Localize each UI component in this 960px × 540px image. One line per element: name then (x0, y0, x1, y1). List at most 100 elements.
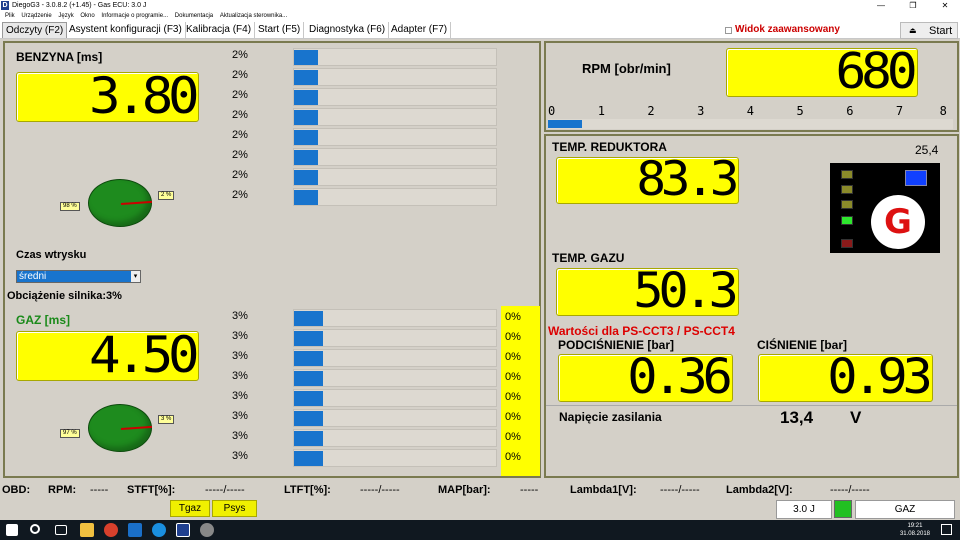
obd-lambda1-value: -----/----- (660, 484, 700, 496)
benzyna-bar-pct: 2% (232, 129, 248, 141)
taskbar: 19:21 31.08.2018 (0, 520, 960, 540)
menu-okno[interactable]: Okno (80, 11, 94, 21)
benzyna-bar-fill (294, 110, 319, 125)
rpm-bar (548, 119, 953, 129)
obd-map-value: ----- (520, 484, 539, 496)
menu-dokumentacja[interactable]: Dokumentacja (175, 11, 213, 21)
gaz-bar-fill (294, 431, 323, 446)
benzyna-bar-fill (294, 150, 319, 165)
search-icon[interactable] (30, 524, 40, 534)
benzyna-bar-fill (294, 50, 319, 65)
led-2 (841, 185, 853, 194)
rpm-display: 680 (726, 48, 918, 97)
benzyna-bar-pct: 2% (232, 149, 248, 161)
outlook-icon[interactable] (128, 523, 142, 537)
rpm-scale-tick: 6 (846, 104, 854, 118)
menu-jezyk[interactable]: Język (58, 11, 73, 21)
cisnienie-label: CIŚNIENIE [bar] (757, 338, 848, 352)
benzyna-bar-track (293, 188, 497, 206)
obd-map-label: MAP[bar]: (438, 484, 491, 496)
divider (546, 405, 957, 406)
bottom-strip: Tgaz Psys 3.0 J GAZ (0, 499, 960, 520)
tab-asystent[interactable]: Asystent konfiguracji (F3) (66, 22, 186, 38)
gaz-bar-pct: 3% (232, 450, 248, 462)
benzyna-bar-fill (294, 70, 319, 85)
file-explorer-icon[interactable] (80, 523, 94, 537)
engine-load-label: Obciążenie silnika:3% (7, 290, 122, 302)
gas-mode-icon[interactable]: G (871, 195, 925, 249)
gaz-bar-fill (294, 411, 323, 426)
led-5 (841, 239, 853, 248)
voltage-label: Napięcie zasilania (559, 410, 662, 424)
tgaz-button[interactable]: Tgaz (170, 500, 210, 517)
injection-time-select[interactable]: średni ▾ (16, 270, 141, 283)
menu-urzadzenie[interactable]: Urządzenie (21, 11, 51, 21)
temp-reduktora-aux: 25,4 (915, 143, 939, 157)
temp-reduktora-value: 83.3 (636, 157, 738, 204)
temp-gazu-label: TEMP. GAZU (552, 251, 625, 265)
benzyna-pie-left-tag: 98 % (60, 202, 80, 211)
benzyna-bar-track (293, 108, 497, 126)
obd-lambda2-label: Lambda2[V]: (726, 484, 793, 496)
tab-diagnostyka[interactable]: Diagnostyka (F6) (306, 22, 390, 38)
gaz-bar-fill (294, 351, 323, 366)
rpm-scale-tick: 7 (895, 104, 904, 118)
benzyna-pie-chart (88, 179, 152, 227)
rpm-scale-tick: 3 (697, 104, 705, 118)
benzyna-bar-fill (294, 130, 319, 145)
minimize-button[interactable]: — (866, 0, 896, 11)
tab-odczyty[interactable]: Odczyty (F2) (2, 22, 68, 38)
notifications-icon[interactable] (941, 524, 952, 535)
menu-informacje[interactable]: Informacje o programie... (101, 11, 168, 21)
psys-button[interactable]: Psys (212, 500, 257, 517)
task-view-icon[interactable] (55, 525, 67, 535)
benzyna-value: 3.80 (88, 72, 198, 122)
sensor-title: Wartości dla PS-CCT3 / PS-CCT4 (548, 324, 735, 338)
benzyna-label: BENZYNA [ms] (16, 50, 103, 64)
chrome-icon[interactable] (104, 523, 118, 537)
fuel-mode: GAZ (855, 500, 955, 519)
edge-icon[interactable] (152, 523, 166, 537)
benzyna-bar-pct: 2% (232, 89, 248, 101)
benzyna-bar-track (293, 48, 497, 66)
close-button[interactable]: ✕ (930, 0, 960, 11)
system-clock[interactable]: 19:21 31.08.2018 (900, 522, 930, 538)
gaz-zero-column: 0% 0% 0% 0% 0% 0% 0% 0% (501, 306, 540, 476)
tool-app-icon[interactable] (200, 523, 214, 537)
temp-reduktora-display: 83.3 (556, 157, 739, 204)
rpm-scale-tick: 4 (746, 104, 755, 118)
gaz-bar-pct: 3% (232, 370, 248, 382)
start-button[interactable]: ⏏ Start (900, 22, 958, 39)
advanced-view-label: Widok zaawansowany (735, 24, 840, 35)
rpm-scale: 0 1 2 3 4 5 6 7 8 (548, 104, 953, 118)
tab-kalibracja[interactable]: Kalibracja (F4) (183, 22, 256, 38)
temp-gazu-display: 50.3 (556, 268, 739, 316)
clock-time: 19:21 (907, 523, 923, 529)
gaz-display: 4.50 (16, 331, 199, 381)
advanced-view-checkbox[interactable] (725, 27, 732, 34)
benzyna-bar-track (293, 128, 497, 146)
rpm-label: RPM [obr/min] (582, 61, 671, 76)
obd-stft-label: STFT[%]: (127, 484, 176, 496)
windows-start-icon[interactable] (6, 524, 18, 536)
tab-start[interactable]: Start (F5) (255, 22, 305, 38)
diego-app-icon[interactable] (176, 523, 190, 537)
chevron-down-icon[interactable]: ▾ (131, 271, 140, 282)
injection-time-value: średni (19, 271, 47, 282)
gaz-bar-pct: 3% (232, 430, 248, 442)
menu-aktualizacja[interactable]: Aktualizacja sterownika... (220, 11, 287, 21)
cisnienie-display: 0.93 (758, 354, 933, 402)
benzyna-bar-fill (294, 90, 319, 105)
gaz-bar-pct: 3% (232, 410, 248, 422)
gaz-zero-value: 0% (505, 311, 521, 323)
tab-adapter[interactable]: Adapter (F7) (388, 22, 452, 38)
gaz-bar-track (293, 409, 497, 427)
gaz-zero-value: 0% (505, 371, 521, 383)
rpm-scale-tick: 8 (939, 104, 947, 118)
gaz-bar-track (293, 309, 497, 327)
eject-icon: ⏏ (909, 26, 917, 35)
menu-plik[interactable]: Plik (5, 11, 15, 21)
gaz-bar-fill (294, 391, 323, 406)
rpm-value: 680 (835, 48, 917, 97)
maximize-button[interactable]: ❐ (898, 0, 928, 11)
